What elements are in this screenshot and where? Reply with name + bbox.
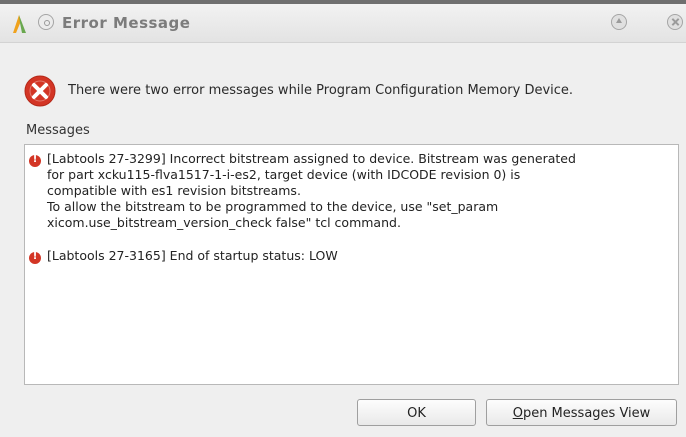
messages-list[interactable]: [Labtools 27-3299] Incorrect bitstream a… <box>24 144 679 385</box>
error-message-dialog: Error Message There were two error messa… <box>0 0 686 437</box>
open-messages-view-button[interactable]: Open Messages View <box>486 399 677 426</box>
window-title: Error Message <box>62 14 191 32</box>
messages-label: Messages <box>26 123 90 138</box>
close-icon[interactable] <box>667 14 683 30</box>
error-bullet-icon <box>29 154 41 167</box>
message-line: To allow the bitstream to be programmed … <box>47 199 499 214</box>
message-item[interactable]: [Labtools 27-3165] End of startup status… <box>29 248 669 268</box>
error-circle-x-icon <box>24 75 56 107</box>
error-summary: There were two error messages while Prog… <box>24 75 674 109</box>
message-item[interactable]: [Labtools 27-3299] Incorrect bitstream a… <box>29 151 669 241</box>
window-menu-icon[interactable] <box>38 14 54 30</box>
summary-text: There were two error messages while Prog… <box>68 83 574 98</box>
message-text: [Labtools 27-3165] End of startup status… <box>47 248 667 264</box>
message-line: xicom.use_bitstream_version_check false"… <box>47 215 401 230</box>
button-label-rest: pen Messages View <box>522 406 651 421</box>
message-line: [Labtools 27-3299] Incorrect bitstream a… <box>47 151 576 166</box>
error-bullet-icon <box>29 251 41 264</box>
mnemonic-letter: O <box>512 406 523 421</box>
message-line: [Labtools 27-3165] End of startup status… <box>47 248 338 263</box>
title-bar[interactable]: Error Message <box>0 4 686 43</box>
ok-button[interactable]: OK <box>357 399 476 426</box>
message-line: compatible with es1 revision bitstreams. <box>47 183 301 198</box>
message-line: for part xcku115-flva1517-1-i-es2, targe… <box>47 167 521 182</box>
message-text: [Labtools 27-3299] Incorrect bitstream a… <box>47 151 667 231</box>
vivado-logo-icon <box>13 15 26 33</box>
maximize-icon[interactable] <box>611 14 627 30</box>
